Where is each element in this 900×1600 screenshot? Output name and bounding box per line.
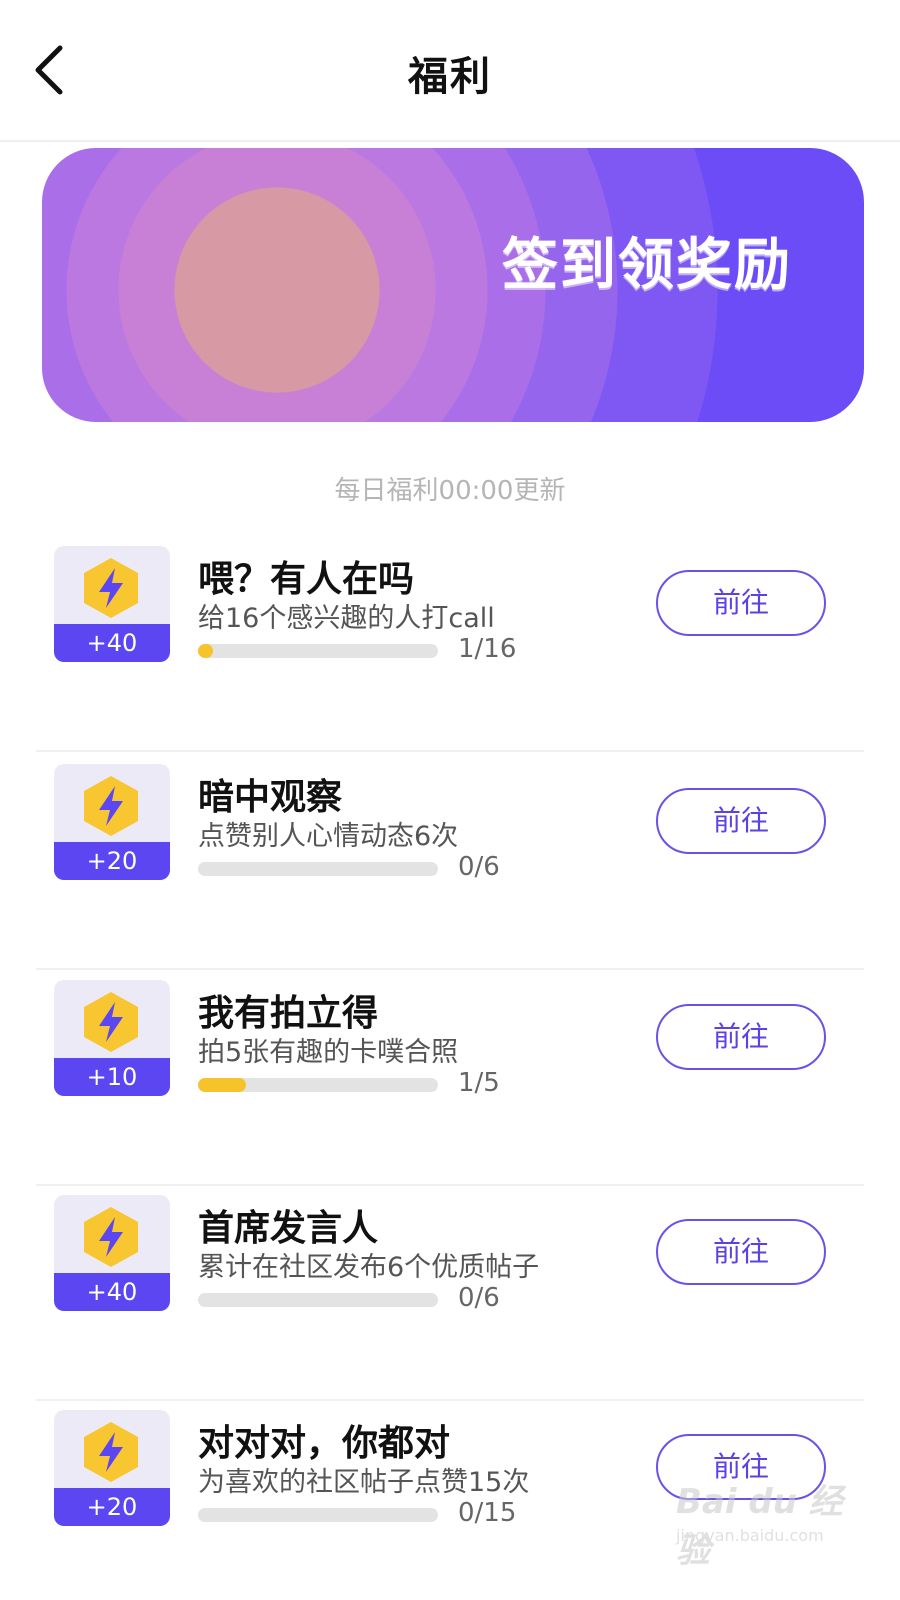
progress-bar [198, 644, 438, 658]
reward-points: +20 [54, 1488, 170, 1526]
reward-badge: +10 [54, 980, 170, 1096]
reward-points: +20 [54, 842, 170, 880]
reward-badge: +40 [54, 546, 170, 662]
task-item: +20 暗中观察 点赞别人心情动态6次 0/6 前往 [36, 752, 864, 970]
reward-badge: +40 [54, 1195, 170, 1311]
go-button[interactable]: 前往 [656, 1004, 826, 1070]
task-title: 暗中观察 [198, 777, 343, 818]
top-bar: 福利 [0, 0, 900, 142]
task-title: 喂？有人在吗 [198, 559, 415, 600]
reward-points: +10 [54, 1058, 170, 1096]
task-description: 给16个感兴趣的人打call [198, 603, 495, 634]
progress-fill [198, 1078, 246, 1092]
progress-bar [198, 1293, 438, 1307]
progress-count: 1/16 [458, 634, 517, 664]
banner-title: 签到领奖励 [502, 233, 792, 298]
go-button[interactable]: 前往 [656, 1219, 826, 1285]
go-button[interactable]: 前往 [656, 788, 826, 854]
reward-points: +40 [54, 624, 170, 662]
progress-bar [198, 1508, 438, 1522]
task-description: 为喜欢的社区帖子点赞15次 [198, 1467, 530, 1498]
task-description: 点赞别人心情动态6次 [198, 821, 459, 852]
task-description: 累计在社区发布6个优质帖子 [198, 1252, 540, 1283]
task-title: 我有拍立得 [198, 993, 379, 1034]
reward-badge: +20 [54, 764, 170, 880]
lightning-hexagon-icon [84, 558, 138, 618]
reward-points: +40 [54, 1273, 170, 1311]
page-title: 福利 [408, 54, 492, 100]
lightning-hexagon-icon [84, 1422, 138, 1482]
daily-update-note: 每日福利00:00更新 [334, 476, 566, 506]
task-title: 首席发言人 [198, 1208, 379, 1249]
task-item: +40 首席发言人 累计在社区发布6个优质帖子 0/6 前往 [36, 1183, 864, 1401]
lightning-hexagon-icon [84, 1207, 138, 1267]
progress-bar [198, 1078, 438, 1092]
go-button[interactable]: 前往 [656, 570, 826, 636]
progress-count: 1/5 [458, 1068, 500, 1098]
reward-badge: +20 [54, 1410, 170, 1526]
task-item: +40 喂？有人在吗 给16个感兴趣的人打call 1/16 前往 [36, 534, 864, 752]
watermark-sub: jingyan.baidu.com [676, 1526, 824, 1545]
progress-count: 0/6 [458, 1283, 500, 1313]
checkin-reward-banner[interactable]: 签到领奖励 [42, 148, 864, 422]
progress-bar [198, 862, 438, 876]
progress-count: 0/6 [458, 852, 500, 882]
task-description: 拍5张有趣的卡噗合照 [198, 1037, 459, 1068]
task-item: +10 我有拍立得 拍5张有趣的卡噗合照 1/5 前往 [36, 968, 864, 1186]
progress-fill [198, 644, 213, 658]
task-title: 对对对，你都对 [198, 1423, 451, 1464]
lightning-hexagon-icon [84, 992, 138, 1052]
progress-count: 0/15 [458, 1498, 517, 1528]
lightning-hexagon-icon [84, 776, 138, 836]
baidu-jingyan-watermark: Bai du 经验 jingyan.baidu.com [676, 1474, 876, 1571]
watermark-main: Bai du 经验 [676, 1482, 843, 1571]
